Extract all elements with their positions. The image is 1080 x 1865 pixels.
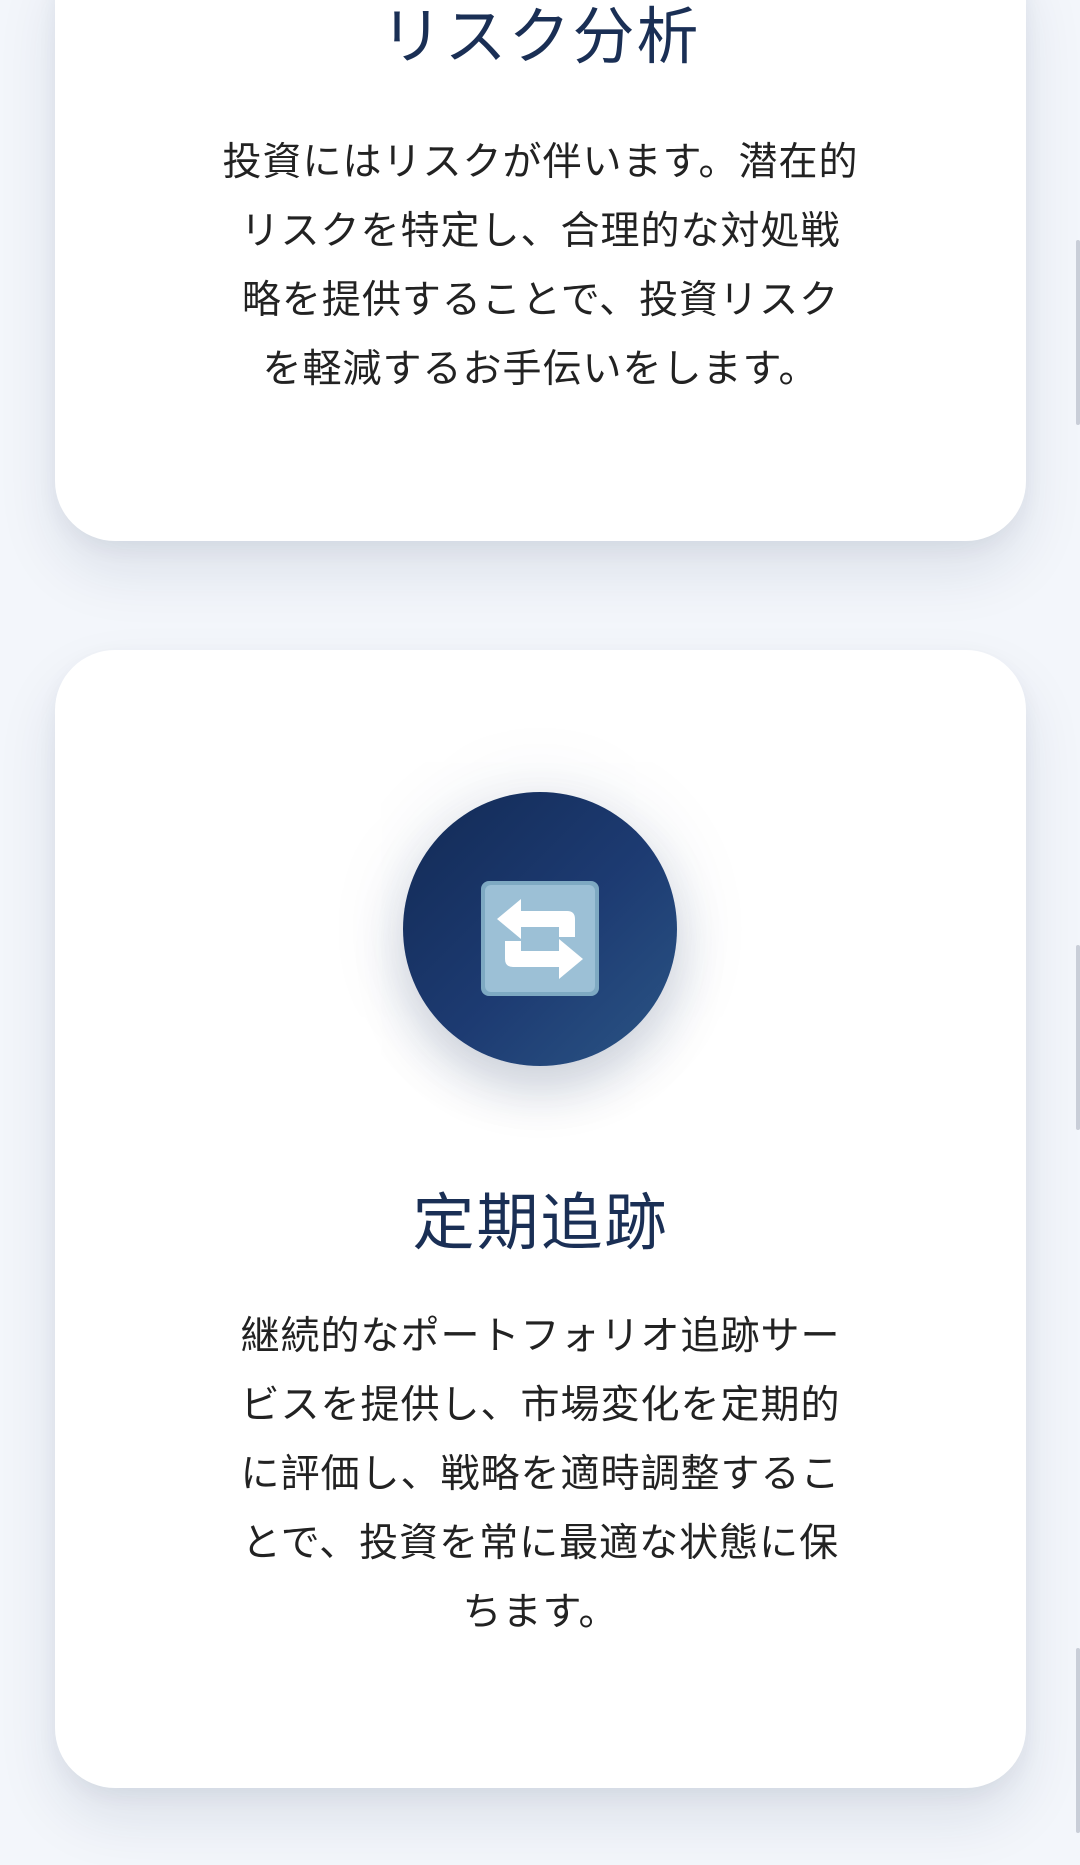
description-line: ビスを提供し、市場変化を定期的 — [240, 1383, 841, 1428]
card-title: リスク分析 — [380, 0, 701, 73]
card-title: 定期追跡 — [412, 1186, 669, 1259]
card-description: 投資にはリスクが伴います。潜在的 リスクを特定し、合理的な対処戦 略を提供するこ… — [191, 128, 891, 404]
periodic-tracking-card: 定期追跡 継続的なポートフォリオ追跡サー ビスを提供し、市場変化を定期的 に評価… — [55, 650, 1026, 1788]
description-line: ちます。 — [462, 1590, 619, 1635]
repeat-arrows-icon — [481, 881, 599, 996]
description-line: 略を提供することで、投資リスク — [241, 278, 840, 323]
description-line: とで、投資を常に最適な状態に保 — [241, 1521, 840, 1566]
scrollbar-indicator[interactable] — [1076, 945, 1080, 1130]
icon-circle — [403, 792, 677, 1066]
description-line: に評価し、戦略を適時調整するこ — [240, 1452, 841, 1497]
risk-analysis-card: リスク分析 投資にはリスクが伴います。潜在的 リスクを特定し、合理的な対処戦 略… — [55, 0, 1026, 541]
scrollbar-indicator[interactable] — [1076, 240, 1080, 425]
scrollbar-indicator[interactable] — [1076, 1648, 1080, 1833]
description-line: リスクを特定し、合理的な対処戦 — [240, 209, 841, 254]
description-line: を軽減するお手伝いをします。 — [262, 347, 819, 392]
description-line: 投資にはリスクが伴います。潜在的 — [222, 140, 859, 185]
card-description: 継続的なポートフォリオ追跡サー ビスを提供し、市場変化を定期的 に評価し、戦略を… — [191, 1302, 891, 1647]
description-line: 継続的なポートフォリオ追跡サー — [240, 1314, 841, 1359]
